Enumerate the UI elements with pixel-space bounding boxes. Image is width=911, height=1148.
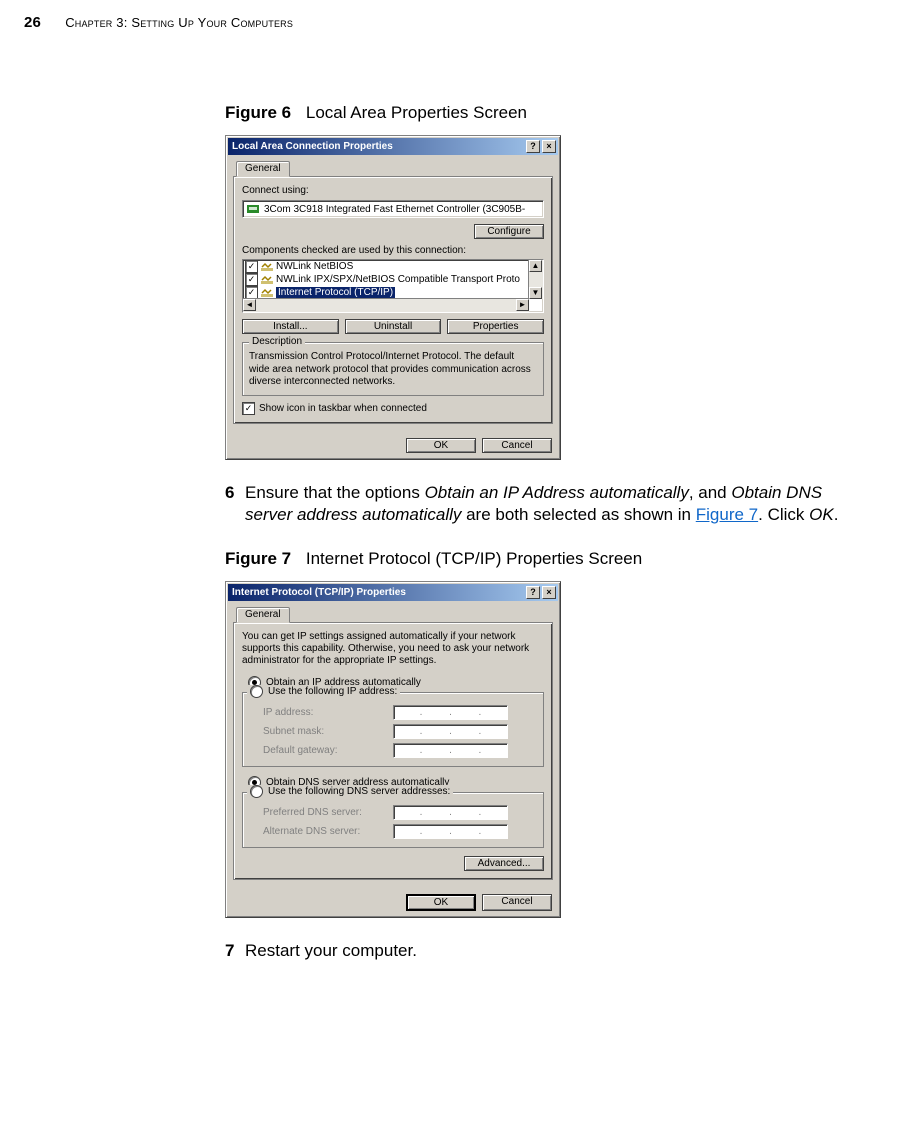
- vertical-scrollbar[interactable]: ▲ ▼: [528, 260, 543, 299]
- components-label: Components checked are used by this conn…: [242, 245, 544, 256]
- alternate-dns-input[interactable]: ...: [393, 824, 508, 839]
- description-text: Transmission Control Protocol/Internet P…: [249, 351, 537, 389]
- window-title: Internet Protocol (TCP/IP) Properties: [232, 587, 406, 598]
- running-header: 26 Chapter 3: Setting Up Your Computers: [0, 14, 911, 31]
- subnet-mask-input[interactable]: ...: [393, 724, 508, 739]
- alternate-dns-label: Alternate DNS server:: [263, 826, 393, 837]
- figure6-label: Figure 6: [225, 103, 291, 122]
- step-6: 6 Ensure that the options Obtain an IP A…: [225, 482, 851, 528]
- radio-use-following-dns[interactable]: Use the following DNS server addresses:: [247, 785, 453, 798]
- figure7-title: Internet Protocol (TCP/IP) Properties Sc…: [306, 549, 642, 568]
- ok-button[interactable]: OK: [406, 438, 476, 453]
- help-button[interactable]: ?: [526, 586, 540, 599]
- adapter-field: 3Com 3C918 Integrated Fast Ethernet Cont…: [242, 200, 544, 218]
- figure7-label: Figure 7: [225, 549, 291, 568]
- ip-address-row: IP address: ...: [249, 703, 537, 722]
- configure-button[interactable]: Configure: [474, 224, 544, 239]
- properties-button[interactable]: Properties: [447, 319, 544, 334]
- preferred-dns-row: Preferred DNS server: ...: [249, 803, 537, 822]
- checkbox-icon[interactable]: ✓: [242, 402, 255, 415]
- radio-icon[interactable]: [250, 685, 263, 698]
- description-group: Description Transmission Control Protoco…: [242, 342, 544, 396]
- show-icon-label: Show icon in taskbar when connected: [259, 403, 427, 414]
- scroll-right-icon[interactable]: ►: [516, 299, 529, 311]
- window-title: Local Area Connection Properties: [232, 141, 393, 152]
- radio-label: Use the following DNS server addresses:: [268, 786, 450, 797]
- adapter-name: 3Com 3C918 Integrated Fast Ethernet Cont…: [264, 204, 525, 215]
- help-button[interactable]: ?: [526, 140, 540, 153]
- install-button[interactable]: Install...: [242, 319, 339, 334]
- uninstall-button[interactable]: Uninstall: [345, 319, 442, 334]
- dialog-local-area-connection: Local Area Connection Properties ? × Gen…: [225, 135, 561, 460]
- chapter-title: Chapter 3: Setting Up Your Computers: [65, 15, 293, 30]
- radio-use-following-ip[interactable]: Use the following IP address:: [247, 685, 400, 698]
- description-legend: Description: [249, 336, 305, 347]
- alternate-dns-row: Alternate DNS server: ...: [249, 822, 537, 841]
- dialog-tcpip-properties: Internet Protocol (TCP/IP) Properties ? …: [225, 581, 561, 918]
- cancel-button[interactable]: Cancel: [482, 438, 552, 453]
- page-number: 26: [24, 14, 41, 31]
- protocol-icon: [261, 261, 273, 272]
- close-button[interactable]: ×: [542, 586, 556, 599]
- figure7-caption: Figure 7 Internet Protocol (TCP/IP) Prop…: [225, 549, 851, 569]
- subnet-mask-row: Subnet mask: ...: [249, 722, 537, 741]
- protocol-icon: [261, 274, 273, 285]
- checkbox-icon[interactable]: ✓: [245, 260, 258, 273]
- preferred-dns-label: Preferred DNS server:: [263, 807, 393, 818]
- nic-icon: [246, 203, 260, 215]
- list-item-label: NWLink IPX/SPX/NetBIOS Compatible Transp…: [276, 274, 520, 285]
- dns-group: Use the following DNS server addresses: …: [242, 792, 544, 848]
- scroll-up-icon[interactable]: ▲: [529, 260, 542, 272]
- default-gateway-row: Default gateway: ...: [249, 741, 537, 760]
- horizontal-scrollbar[interactable]: ◄ ►: [243, 298, 529, 312]
- default-gateway-label: Default gateway:: [263, 745, 393, 756]
- show-icon-checkbox-row[interactable]: ✓ Show icon in taskbar when connected: [242, 402, 544, 415]
- step-number: 7: [225, 940, 245, 963]
- titlebar: Internet Protocol (TCP/IP) Properties ? …: [228, 584, 558, 601]
- connect-using-label: Connect using:: [242, 185, 544, 196]
- figure6-title: Local Area Properties Screen: [306, 103, 527, 122]
- radio-label: Use the following IP address:: [268, 686, 397, 697]
- tab-general[interactable]: General: [236, 607, 290, 623]
- cancel-button[interactable]: Cancel: [482, 894, 552, 911]
- protocol-icon: [261, 287, 273, 298]
- advanced-button[interactable]: Advanced...: [464, 856, 544, 871]
- ok-button[interactable]: OK: [406, 894, 476, 911]
- ip-group: Use the following IP address: IP address…: [242, 692, 544, 767]
- titlebar: Local Area Connection Properties ? ×: [228, 138, 558, 155]
- step-7: 7 Restart your computer.: [225, 940, 851, 963]
- list-item[interactable]: ✓ NWLink IPX/SPX/NetBIOS Compatible Tran…: [243, 273, 543, 286]
- ip-address-input[interactable]: ...: [393, 705, 508, 720]
- list-item[interactable]: ✓ NWLink NetBIOS: [243, 260, 543, 273]
- info-text: You can get IP settings assigned automat…: [242, 631, 544, 667]
- figure6-caption: Figure 6 Local Area Properties Screen: [225, 103, 851, 123]
- ip-address-label: IP address:: [263, 707, 393, 718]
- figure7-link[interactable]: Figure 7: [696, 505, 758, 524]
- step-text: Restart your computer.: [245, 940, 851, 963]
- step-number: 6: [225, 482, 245, 528]
- radio-icon[interactable]: [250, 785, 263, 798]
- scroll-left-icon[interactable]: ◄: [243, 299, 256, 311]
- step-text: Ensure that the options Obtain an IP Add…: [245, 482, 851, 528]
- preferred-dns-input[interactable]: ...: [393, 805, 508, 820]
- list-item-label: NWLink NetBIOS: [276, 261, 353, 272]
- subnet-mask-label: Subnet mask:: [263, 726, 393, 737]
- list-item-label: Internet Protocol (TCP/IP): [276, 287, 395, 298]
- checkbox-icon[interactable]: ✓: [245, 273, 258, 286]
- close-button[interactable]: ×: [542, 140, 556, 153]
- default-gateway-input[interactable]: ...: [393, 743, 508, 758]
- tab-general[interactable]: General: [236, 161, 290, 177]
- scroll-down-icon[interactable]: ▼: [529, 287, 542, 299]
- components-listbox[interactable]: ✓ NWLink NetBIOS ✓: [242, 259, 544, 313]
